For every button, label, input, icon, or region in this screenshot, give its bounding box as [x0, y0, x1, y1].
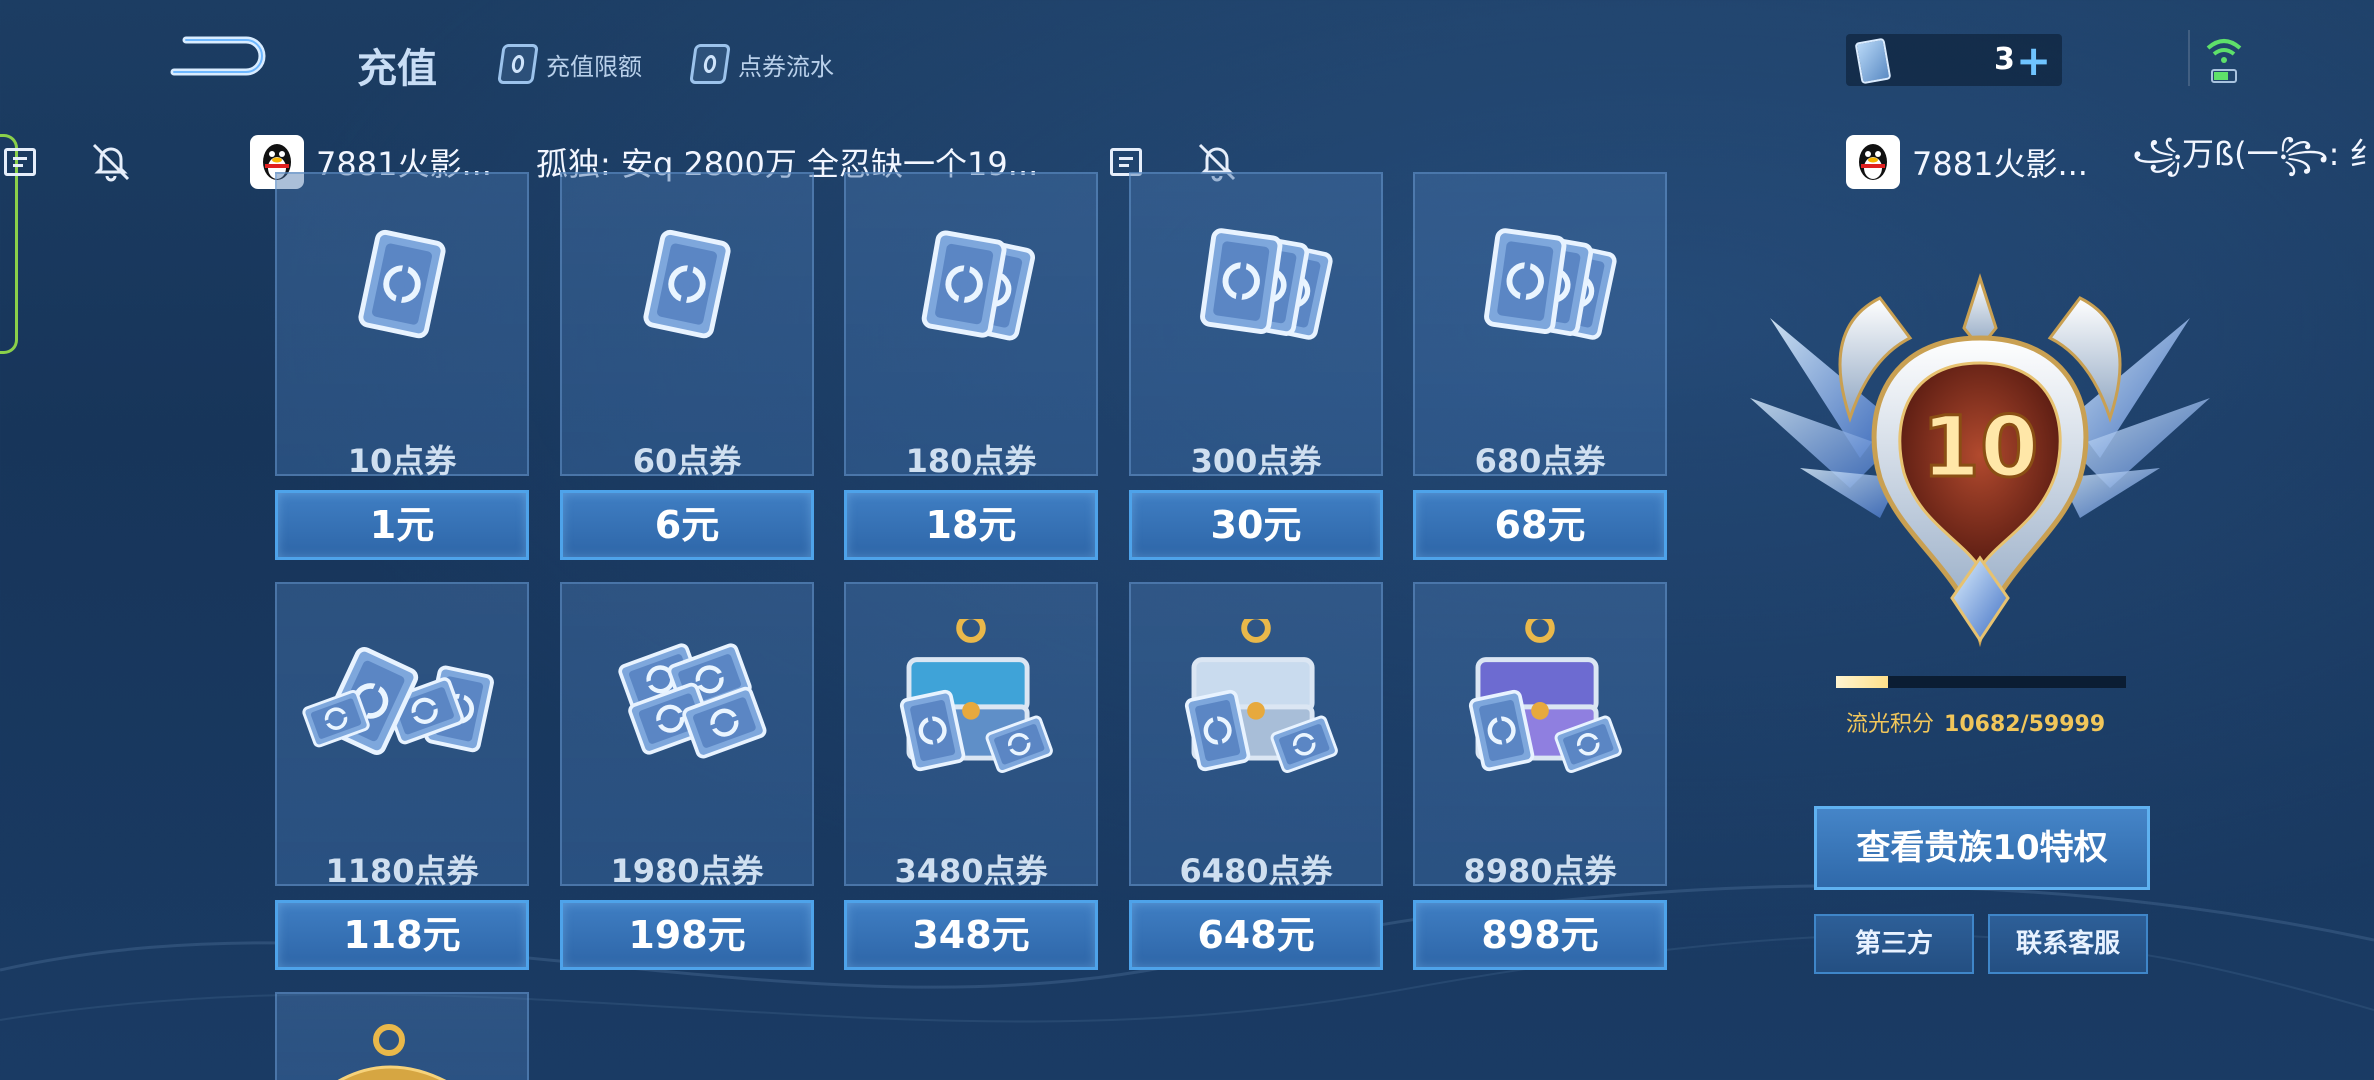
view-privilege-button[interactable]: 查看贵族10特权 — [1814, 806, 2150, 890]
divider — [2188, 30, 2190, 86]
card-icon — [689, 44, 731, 84]
treasure-chest-icon — [1131, 619, 1381, 774]
product-card[interactable]: 300点券 — [1129, 172, 1383, 480]
recharge-limit-label: 充值限额 — [546, 52, 642, 81]
voucher-card-icon — [1131, 214, 1381, 364]
mute-button[interactable] — [88, 130, 134, 194]
wifi-icon — [2206, 39, 2242, 83]
voucher-card-icon — [277, 624, 527, 774]
price-button[interactable]: 198元 — [560, 900, 814, 970]
chat-sender: 7881火影... — [1912, 145, 2088, 183]
noble-level-number: 10 — [1922, 398, 2039, 496]
chat-message-text: ꧁万ß(一꧂: 纟 — [2132, 135, 2374, 173]
price-button[interactable]: 898元 — [1413, 900, 1667, 970]
price-button[interactable]: 30元 — [1129, 490, 1383, 560]
noble-points-progress-bar — [1836, 676, 2126, 688]
points-value: 10682/59999 — [1944, 712, 2106, 737]
voucher-card-icon — [277, 214, 527, 364]
voucher-history-link[interactable]: 点券流水 — [689, 44, 834, 84]
voucher-amount: 8980点券 — [1463, 852, 1617, 890]
card-icon — [497, 44, 539, 84]
message-icon — [4, 148, 36, 176]
voucher-amount: 3480点券 — [894, 852, 1048, 890]
chat-button[interactable] — [4, 130, 36, 194]
third-party-button[interactable]: 第三方 — [1814, 914, 1974, 974]
price-button[interactable]: 348元 — [844, 900, 1098, 970]
voucher-card-icon — [846, 214, 1096, 364]
penguin-icon — [1859, 144, 1887, 180]
mute-bell-icon — [92, 143, 130, 182]
voucher-card-icon — [1854, 37, 1892, 85]
product-card[interactable]: 10点券 — [275, 172, 529, 480]
product-card[interactable]: 180点券 — [844, 172, 1098, 480]
voucher-amount: 10点券 — [347, 442, 457, 480]
price-button[interactable]: 648元 — [1129, 900, 1383, 970]
noble-points: 流光积分 10682/59999 — [1846, 706, 2105, 738]
product-card[interactable]: 1180点券 — [275, 582, 529, 890]
gold-chest-icon — [337, 1024, 447, 1080]
add-voucher-button[interactable]: + — [2016, 36, 2051, 85]
contact-support-button[interactable]: 联系客服 — [1988, 914, 2148, 974]
product-card[interactable]: 60点券 — [560, 172, 814, 480]
voucher-amount: 300点券 — [1190, 442, 1322, 480]
voucher-amount: 1980点券 — [610, 852, 764, 890]
price-button[interactable]: 6元 — [560, 490, 814, 560]
back-arrow-icon[interactable] — [168, 30, 268, 80]
voucher-amount: 1180点券 — [325, 852, 479, 890]
voucher-card-icon — [562, 214, 812, 364]
price-button[interactable]: 1元 — [275, 490, 529, 560]
voucher-history-label: 点券流水 — [738, 52, 834, 81]
price-button[interactable]: 68元 — [1413, 490, 1667, 560]
qq-avatar — [1846, 135, 1900, 189]
voucher-count: 3 — [1994, 42, 2015, 77]
noble-level-badge-icon: 10 — [1750, 273, 2210, 648]
voucher-balance: 3 + — [1846, 34, 2062, 86]
voucher-amount: 60点券 — [632, 442, 742, 480]
treasure-chest-icon — [1415, 619, 1665, 774]
product-card[interactable]: 6480点券 — [1129, 582, 1383, 890]
recharge-limit-link[interactable]: 充值限额 — [497, 44, 642, 84]
price-button[interactable]: 118元 — [275, 900, 529, 970]
voucher-amount: 180点券 — [905, 442, 1037, 480]
treasure-chest-icon — [846, 619, 1096, 774]
voucher-amount: 680点券 — [1474, 442, 1606, 480]
points-label: 流光积分 — [1846, 712, 1935, 737]
price-button[interactable]: 18元 — [844, 490, 1098, 560]
page-title: 充值 — [357, 46, 437, 92]
product-card[interactable]: 1980点券 — [560, 582, 814, 890]
progress-fill — [1836, 676, 1888, 688]
product-card[interactable]: 8980点券 — [1413, 582, 1667, 890]
voucher-card-icon — [1415, 214, 1665, 364]
voucher-card-icon — [562, 624, 812, 774]
chat-message: 7881火影... — [1846, 130, 2088, 194]
product-card[interactable]: 3480点券 — [844, 582, 1098, 890]
product-card[interactable]: 680点券 — [1413, 172, 1667, 480]
voucher-amount: 6480点券 — [1179, 852, 1333, 890]
product-card-partial[interactable] — [275, 992, 529, 1080]
